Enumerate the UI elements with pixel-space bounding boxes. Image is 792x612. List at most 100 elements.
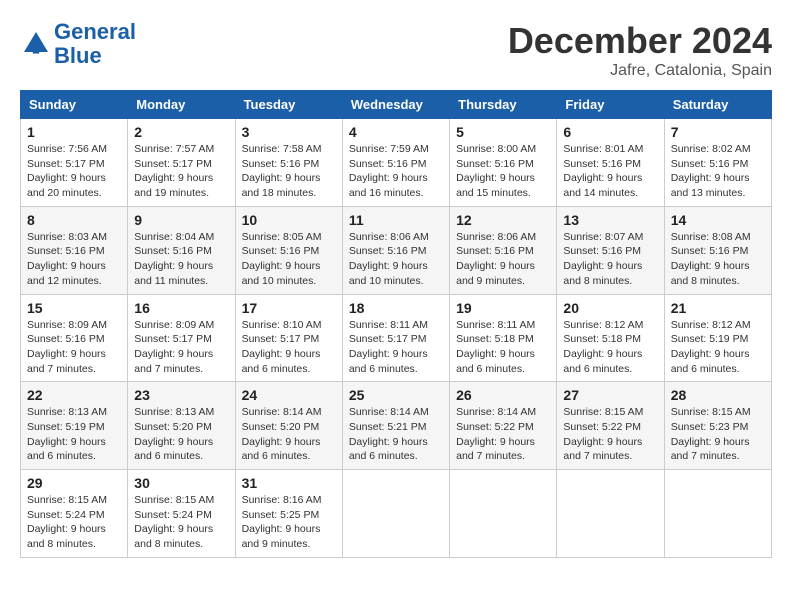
- calendar-cell: 1 Sunrise: 7:56 AM Sunset: 5:17 PM Dayli…: [21, 119, 128, 207]
- day-info: Sunrise: 8:12 AM Sunset: 5:18 PM Dayligh…: [563, 318, 657, 377]
- day-number: 16: [134, 300, 228, 316]
- calendar-cell: 14 Sunrise: 8:08 AM Sunset: 5:16 PM Dayl…: [664, 206, 771, 294]
- weekday-header-saturday: Saturday: [664, 91, 771, 119]
- day-number: 27: [563, 387, 657, 403]
- weekday-header-row: SundayMondayTuesdayWednesdayThursdayFrid…: [21, 91, 772, 119]
- calendar-cell: 23 Sunrise: 8:13 AM Sunset: 5:20 PM Dayl…: [128, 382, 235, 470]
- day-number: 3: [242, 124, 336, 140]
- day-info: Sunrise: 8:08 AM Sunset: 5:16 PM Dayligh…: [671, 230, 765, 289]
- day-number: 10: [242, 212, 336, 228]
- day-info: Sunrise: 7:59 AM Sunset: 5:16 PM Dayligh…: [349, 142, 443, 201]
- day-number: 19: [456, 300, 550, 316]
- calendar-cell: 25 Sunrise: 8:14 AM Sunset: 5:21 PM Dayl…: [342, 382, 449, 470]
- calendar-cell: 20 Sunrise: 8:12 AM Sunset: 5:18 PM Dayl…: [557, 294, 664, 382]
- calendar-table: SundayMondayTuesdayWednesdayThursdayFrid…: [20, 90, 772, 558]
- weekday-header-wednesday: Wednesday: [342, 91, 449, 119]
- day-info: Sunrise: 8:07 AM Sunset: 5:16 PM Dayligh…: [563, 230, 657, 289]
- calendar-cell: 21 Sunrise: 8:12 AM Sunset: 5:19 PM Dayl…: [664, 294, 771, 382]
- logo: General Blue: [20, 20, 136, 68]
- day-number: 8: [27, 212, 121, 228]
- day-number: 1: [27, 124, 121, 140]
- day-info: Sunrise: 8:11 AM Sunset: 5:17 PM Dayligh…: [349, 318, 443, 377]
- calendar-cell: 9 Sunrise: 8:04 AM Sunset: 5:16 PM Dayli…: [128, 206, 235, 294]
- day-number: 22: [27, 387, 121, 403]
- logo-line1: General: [54, 19, 136, 44]
- calendar-cell: [450, 470, 557, 558]
- calendar-cell: 4 Sunrise: 7:59 AM Sunset: 5:16 PM Dayli…: [342, 119, 449, 207]
- day-info: Sunrise: 7:56 AM Sunset: 5:17 PM Dayligh…: [27, 142, 121, 201]
- weekday-header-tuesday: Tuesday: [235, 91, 342, 119]
- calendar-week-row: 8 Sunrise: 8:03 AM Sunset: 5:16 PM Dayli…: [21, 206, 772, 294]
- calendar-cell: 26 Sunrise: 8:14 AM Sunset: 5:22 PM Dayl…: [450, 382, 557, 470]
- day-number: 11: [349, 212, 443, 228]
- calendar-cell: 30 Sunrise: 8:15 AM Sunset: 5:24 PM Dayl…: [128, 470, 235, 558]
- calendar-cell: 12 Sunrise: 8:06 AM Sunset: 5:16 PM Dayl…: [450, 206, 557, 294]
- day-number: 13: [563, 212, 657, 228]
- calendar-cell: 27 Sunrise: 8:15 AM Sunset: 5:22 PM Dayl…: [557, 382, 664, 470]
- day-number: 29: [27, 475, 121, 491]
- day-number: 24: [242, 387, 336, 403]
- day-number: 30: [134, 475, 228, 491]
- day-info: Sunrise: 8:15 AM Sunset: 5:22 PM Dayligh…: [563, 405, 657, 464]
- calendar-cell: [664, 470, 771, 558]
- day-number: 2: [134, 124, 228, 140]
- day-info: Sunrise: 7:58 AM Sunset: 5:16 PM Dayligh…: [242, 142, 336, 201]
- day-info: Sunrise: 8:15 AM Sunset: 5:23 PM Dayligh…: [671, 405, 765, 464]
- weekday-header-friday: Friday: [557, 91, 664, 119]
- day-info: Sunrise: 8:13 AM Sunset: 5:20 PM Dayligh…: [134, 405, 228, 464]
- day-info: Sunrise: 8:10 AM Sunset: 5:17 PM Dayligh…: [242, 318, 336, 377]
- day-info: Sunrise: 8:15 AM Sunset: 5:24 PM Dayligh…: [134, 493, 228, 552]
- calendar-week-row: 1 Sunrise: 7:56 AM Sunset: 5:17 PM Dayli…: [21, 119, 772, 207]
- day-info: Sunrise: 8:01 AM Sunset: 5:16 PM Dayligh…: [563, 142, 657, 201]
- calendar-cell: [342, 470, 449, 558]
- day-number: 20: [563, 300, 657, 316]
- calendar-cell: 29 Sunrise: 8:15 AM Sunset: 5:24 PM Dayl…: [21, 470, 128, 558]
- day-info: Sunrise: 8:04 AM Sunset: 5:16 PM Dayligh…: [134, 230, 228, 289]
- day-info: Sunrise: 8:00 AM Sunset: 5:16 PM Dayligh…: [456, 142, 550, 201]
- day-number: 4: [349, 124, 443, 140]
- day-number: 6: [563, 124, 657, 140]
- calendar-cell: 17 Sunrise: 8:10 AM Sunset: 5:17 PM Dayl…: [235, 294, 342, 382]
- logo-line2: Blue: [54, 43, 102, 68]
- day-info: Sunrise: 8:09 AM Sunset: 5:16 PM Dayligh…: [27, 318, 121, 377]
- calendar-week-row: 29 Sunrise: 8:15 AM Sunset: 5:24 PM Dayl…: [21, 470, 772, 558]
- calendar-cell: 24 Sunrise: 8:14 AM Sunset: 5:20 PM Dayl…: [235, 382, 342, 470]
- calendar-cell: 3 Sunrise: 7:58 AM Sunset: 5:16 PM Dayli…: [235, 119, 342, 207]
- calendar-cell: 19 Sunrise: 8:11 AM Sunset: 5:18 PM Dayl…: [450, 294, 557, 382]
- calendar-cell: 13 Sunrise: 8:07 AM Sunset: 5:16 PM Dayl…: [557, 206, 664, 294]
- calendar-cell: 22 Sunrise: 8:13 AM Sunset: 5:19 PM Dayl…: [21, 382, 128, 470]
- page-header: General Blue December 2024 Jafre, Catalo…: [20, 20, 772, 80]
- calendar-cell: 16 Sunrise: 8:09 AM Sunset: 5:17 PM Dayl…: [128, 294, 235, 382]
- day-number: 14: [671, 212, 765, 228]
- day-number: 18: [349, 300, 443, 316]
- day-number: 21: [671, 300, 765, 316]
- month-title: December 2024: [508, 20, 772, 62]
- calendar-week-row: 15 Sunrise: 8:09 AM Sunset: 5:16 PM Dayl…: [21, 294, 772, 382]
- day-info: Sunrise: 8:16 AM Sunset: 5:25 PM Dayligh…: [242, 493, 336, 552]
- title-block: December 2024 Jafre, Catalonia, Spain: [508, 20, 772, 80]
- day-number: 7: [671, 124, 765, 140]
- calendar-cell: 2 Sunrise: 7:57 AM Sunset: 5:17 PM Dayli…: [128, 119, 235, 207]
- day-number: 31: [242, 475, 336, 491]
- day-info: Sunrise: 8:03 AM Sunset: 5:16 PM Dayligh…: [27, 230, 121, 289]
- day-info: Sunrise: 8:13 AM Sunset: 5:19 PM Dayligh…: [27, 405, 121, 464]
- calendar-cell: 6 Sunrise: 8:01 AM Sunset: 5:16 PM Dayli…: [557, 119, 664, 207]
- day-info: Sunrise: 8:12 AM Sunset: 5:19 PM Dayligh…: [671, 318, 765, 377]
- day-number: 9: [134, 212, 228, 228]
- day-info: Sunrise: 8:14 AM Sunset: 5:21 PM Dayligh…: [349, 405, 443, 464]
- day-info: Sunrise: 8:02 AM Sunset: 5:16 PM Dayligh…: [671, 142, 765, 201]
- day-info: Sunrise: 8:05 AM Sunset: 5:16 PM Dayligh…: [242, 230, 336, 289]
- calendar-cell: 28 Sunrise: 8:15 AM Sunset: 5:23 PM Dayl…: [664, 382, 771, 470]
- day-number: 25: [349, 387, 443, 403]
- day-info: Sunrise: 8:09 AM Sunset: 5:17 PM Dayligh…: [134, 318, 228, 377]
- day-number: 5: [456, 124, 550, 140]
- location: Jafre, Catalonia, Spain: [508, 62, 772, 80]
- day-info: Sunrise: 8:06 AM Sunset: 5:16 PM Dayligh…: [349, 230, 443, 289]
- weekday-header-thursday: Thursday: [450, 91, 557, 119]
- calendar-cell: 11 Sunrise: 8:06 AM Sunset: 5:16 PM Dayl…: [342, 206, 449, 294]
- calendar-cell: 5 Sunrise: 8:00 AM Sunset: 5:16 PM Dayli…: [450, 119, 557, 207]
- day-info: Sunrise: 7:57 AM Sunset: 5:17 PM Dayligh…: [134, 142, 228, 201]
- calendar-cell: 8 Sunrise: 8:03 AM Sunset: 5:16 PM Dayli…: [21, 206, 128, 294]
- day-number: 15: [27, 300, 121, 316]
- calendar-cell: 7 Sunrise: 8:02 AM Sunset: 5:16 PM Dayli…: [664, 119, 771, 207]
